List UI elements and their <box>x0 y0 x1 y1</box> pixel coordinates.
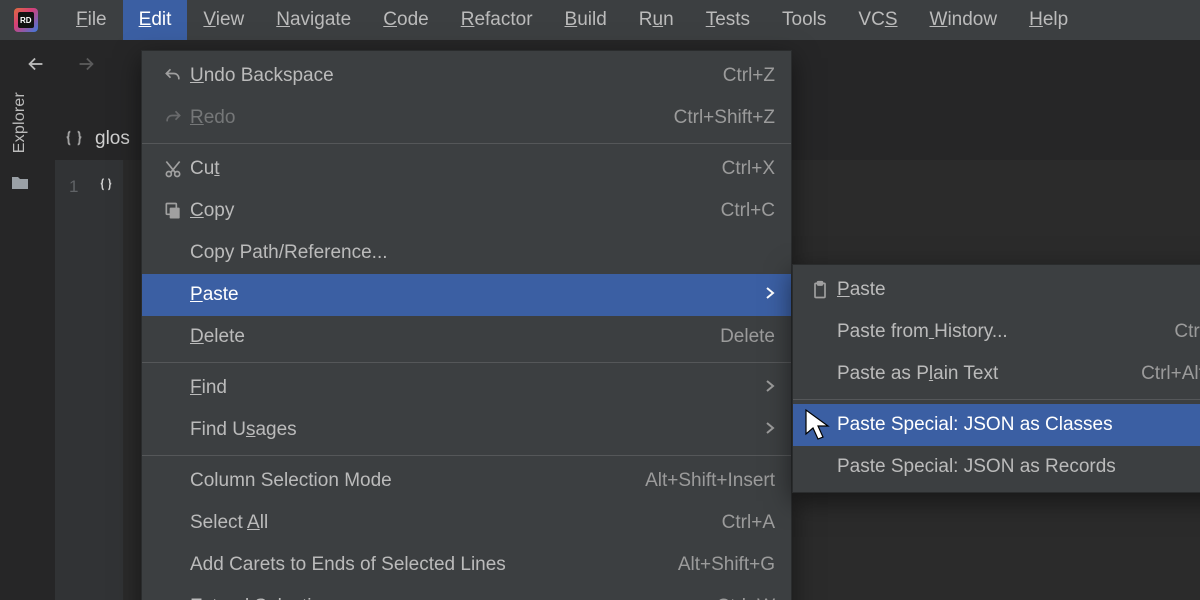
edit-menu-item-find[interactable]: Find <box>142 367 791 409</box>
menu-item-shortcut: Ctrl+Shift+Z <box>674 107 775 129</box>
folder-icon[interactable] <box>10 175 30 196</box>
edit-menu-item-undo-backspace[interactable]: Undo Backspace Ctrl+Z <box>142 55 791 97</box>
menu-item-label: Paste Special: JSON as Classes <box>837 414 1200 436</box>
menubar-item-run[interactable]: Run <box>623 0 690 40</box>
menu-item-label: Cut <box>190 158 706 180</box>
paste-submenu-item-paste-special-json-as-classes[interactable]: Paste Special: JSON as Classes <box>793 404 1200 446</box>
edit-menu-separator <box>142 143 791 144</box>
menu-item-shortcut: Alt+Shift+G <box>678 554 775 576</box>
menu-item-shortcut: Ctrl+A <box>722 512 775 534</box>
edit-menu-item-find-usages[interactable]: Find Usages <box>142 409 791 451</box>
menu-item-label: Redo <box>190 107 658 129</box>
paste-submenu-item-paste-as-plain-text[interactable]: Paste as Plain Text Ctrl+Alt+ <box>793 353 1200 395</box>
menu-item-label: Extend Selection <box>190 596 700 600</box>
menu-item-label: Select All <box>190 512 706 534</box>
edit-menu-item-copy[interactable]: Copy Ctrl+C <box>142 190 791 232</box>
line-number: 1 <box>69 177 78 197</box>
editor-tab[interactable]: glos <box>55 118 146 160</box>
menu-item-shortcut: Ctrl+W <box>716 596 775 600</box>
menu-item-shortcut: Ctrl+X <box>722 158 775 180</box>
menu-item-label: Undo Backspace <box>190 65 707 87</box>
paste-submenu-item-paste-special-json-as-records[interactable]: Paste Special: JSON as Records <box>793 446 1200 488</box>
edit-menu-item-paste[interactable]: Paste <box>142 274 791 316</box>
edit-menu-item-redo: Redo Ctrl+Shift+Z <box>142 97 791 139</box>
menubar-item-code[interactable]: Code <box>367 0 444 40</box>
edit-menu-item-copy-path-reference[interactable]: Copy Path/Reference... <box>142 232 791 274</box>
chevron-right-icon <box>765 421 775 439</box>
menubar-item-file[interactable]: File <box>60 0 123 40</box>
edit-menu-item-delete[interactable]: Delete Delete <box>142 316 791 358</box>
menu-item-label: Column Selection Mode <box>190 470 629 492</box>
paste-submenu-item-paste-from-history[interactable]: Paste from History... Ctrl+ <box>793 311 1200 353</box>
explorer-tool-window[interactable]: Explorer <box>11 92 29 153</box>
undo-icon <box>158 66 188 86</box>
menu-item-label: Copy <box>190 200 705 222</box>
edit-menu-item-extend-selection[interactable]: Extend Selection Ctrl+W <box>142 586 791 600</box>
menu-item-shortcut: Ctrl+ <box>1174 321 1200 343</box>
menu-item-label: Paste as Plain Text <box>837 363 1125 385</box>
chevron-right-icon <box>765 286 775 304</box>
menubar-item-navigate[interactable]: Navigate <box>260 0 367 40</box>
nav-back-button[interactable] <box>18 46 54 82</box>
nav-forward-button[interactable] <box>68 46 104 82</box>
paste-submenu: Paste Paste from History... Ctrl+ Paste as … <box>792 264 1200 493</box>
cut-icon <box>158 159 188 179</box>
paste-submenu-separator <box>793 399 1200 400</box>
edit-menu: Undo BackspaceCtrl+ZRedoCtrl+Shift+ZCutC… <box>141 50 792 600</box>
editor-gutter: 1 <box>55 160 123 600</box>
menu-item-shortcut: Ctrl+C <box>721 200 775 222</box>
menu-item-shortcut: Ctrl+Alt+ <box>1141 363 1200 385</box>
tool-window-strip: Explorer <box>0 88 40 600</box>
menubar-item-tools[interactable]: Tools <box>766 0 842 40</box>
redo-icon <box>158 108 188 128</box>
braces-icon <box>97 176 115 199</box>
menubar-item-tests[interactable]: Tests <box>690 0 766 40</box>
app-icon: RD <box>12 6 40 34</box>
menubar-item-window[interactable]: Window <box>914 0 1014 40</box>
svg-text:RD: RD <box>20 16 32 25</box>
menubar-item-help[interactable]: Help <box>1013 0 1084 40</box>
menu-item-shortcut: Ctrl+Z <box>723 65 775 87</box>
menu-item-label: Delete <box>190 326 704 348</box>
menubar-item-refactor[interactable]: Refactor <box>445 0 549 40</box>
json-file-icon <box>63 128 85 150</box>
edit-menu-item-column-selection-mode[interactable]: Column Selection Mode Alt+Shift+Insert <box>142 460 791 502</box>
copy-icon <box>158 201 188 221</box>
edit-menu-item-add-carets-to-ends-of-selected-lines[interactable]: Add Carets to Ends of Selected Lines Alt+… <box>142 544 791 586</box>
paste-icon <box>805 280 835 300</box>
menu-item-label: Paste from History... <box>837 321 1158 343</box>
menu-item-label: Paste <box>190 284 753 306</box>
menu-item-label: Find Usages <box>190 419 753 441</box>
menu-item-shortcut: Delete <box>720 326 775 348</box>
menu-item-label: Paste <box>837 279 1200 301</box>
menu-item-label: Find <box>190 377 753 399</box>
menu-item-label: Paste Special: JSON as Records <box>837 456 1200 478</box>
chevron-right-icon <box>765 379 775 397</box>
menubar: RD FileEditViewNavigateCodeRefactorBuild… <box>0 0 1200 40</box>
paste-submenu-item-paste[interactable]: Paste <box>793 269 1200 311</box>
edit-menu-separator <box>142 455 791 456</box>
menu-item-shortcut: Alt+Shift+Insert <box>645 470 775 492</box>
edit-menu-separator <box>142 362 791 363</box>
edit-menu-item-cut[interactable]: Cut Ctrl+X <box>142 148 791 190</box>
editor-tab-label: glos <box>95 128 130 150</box>
menu-item-label: Add Carets to Ends of Selected Lines <box>190 554 662 576</box>
menubar-item-edit[interactable]: Edit <box>123 0 188 40</box>
menubar-item-build[interactable]: Build <box>549 0 623 40</box>
menu-item-label: Copy Path/Reference... <box>190 242 775 264</box>
menubar-item-vcs[interactable]: VCS <box>842 0 913 40</box>
edit-menu-item-select-all[interactable]: Select All Ctrl+A <box>142 502 791 544</box>
menubar-item-view[interactable]: View <box>187 0 260 40</box>
editor-tabbar: glos <box>55 118 146 160</box>
